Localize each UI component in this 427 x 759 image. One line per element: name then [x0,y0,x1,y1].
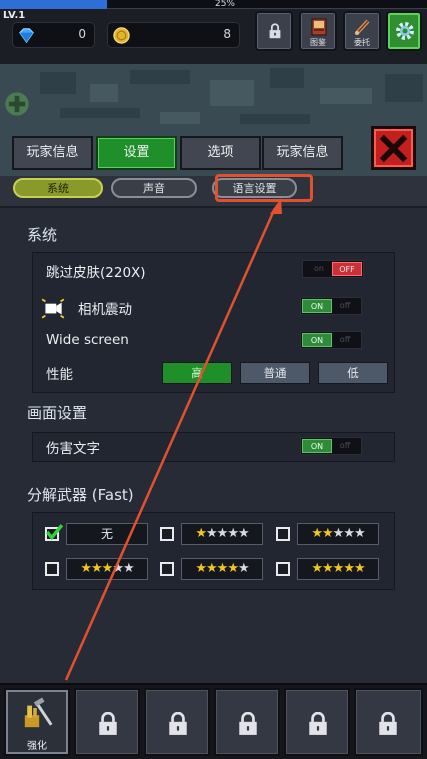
plus-badge-icon [5,92,29,116]
codex-button[interactable]: 图鉴 [299,11,337,51]
close-icon [379,134,408,163]
locked-top-button[interactable] [255,11,293,51]
tab-options[interactable]: 选项 [180,136,261,170]
lock-icon [169,712,187,735]
checkmark-icon [45,524,63,541]
damage-text-label: 伤害文字 [46,441,100,457]
dismantle-1star-option[interactable]: ★★★★★ [181,523,263,545]
lock-icon [239,712,257,735]
skip-skin-toggle[interactable]: on OFF [302,260,364,278]
tab-player-info-2[interactable]: 玩家信息 [262,136,343,170]
scroll-icon [355,19,370,35]
dismantle-3star-checkbox[interactable] [45,562,59,576]
toggle-on-label: ON [302,439,332,453]
close-button[interactable] [371,126,416,170]
toggle-on-label: ON [302,299,332,313]
coin-icon [113,27,130,44]
upgrade-label: 强化 [27,741,47,752]
map-background [0,64,427,134]
dismantle-2star-option[interactable]: ★★★★★ [297,523,379,545]
toggle-off-label: OFF [332,262,362,276]
wide-screen-label: Wide screen [46,332,129,348]
performance-normal-button[interactable]: 普通 [240,362,310,384]
upgrade-slot[interactable]: 强化 [4,688,70,756]
skip-skin-label: 跳过皮肤(220X) [46,265,146,281]
camera-shake-toggle[interactable]: ON off [300,297,362,315]
dismantle-none-option[interactable]: 无 [66,523,148,545]
commission-button[interactable]: 委托 [343,11,381,51]
lock-icon [99,712,117,735]
subtab-system[interactable]: 系统 [13,178,103,198]
tab-settings[interactable]: 设置 [96,136,177,170]
gem-icon [19,28,34,44]
toggle-on-label: on [314,264,324,273]
performance-label: 性能 [46,367,73,383]
locked-slot[interactable] [144,688,210,756]
locked-slot[interactable] [284,688,350,756]
gear-icon [396,22,414,40]
settings-button[interactable] [386,11,422,51]
toggle-off-label: off [339,441,351,450]
locked-slot[interactable] [354,688,423,756]
subtab-sound[interactable]: 声音 [111,178,197,198]
dismantle-1star-checkbox[interactable] [160,527,174,541]
coin-counter: 8 [107,22,240,48]
tab-player-info[interactable]: 玩家信息 [12,136,93,170]
toggle-off-label: off [339,301,351,310]
section-title-dismantle: 分解武器 (Fast) [27,486,134,504]
commission-label: 委托 [354,38,370,47]
xp-bar-fill [0,0,107,9]
dismantle-3star-option[interactable]: ★★★★★ [66,558,148,580]
performance-high-button[interactable]: 高 [162,362,232,384]
highlight-annotation [215,174,313,202]
dismantle-5star-option[interactable]: ★★★★★ [297,558,379,580]
camera-icon [41,298,65,319]
lock-icon [269,23,281,39]
dismantle-2star-checkbox[interactable] [276,527,290,541]
coin-count: 8 [223,27,231,41]
lock-icon [379,712,397,735]
toggle-on-label: ON [302,333,332,347]
xp-percent: 25% [214,0,235,9]
lock-icon [309,712,327,735]
book-icon [311,18,327,36]
toggle-off-label: off [339,335,351,344]
anvil-hammer-icon [24,697,53,728]
performance-low-button[interactable]: 低 [318,362,388,384]
gem-counter: 0 [12,22,95,48]
camera-shake-label: 相机震动 [78,302,132,318]
codex-label: 图鉴 [310,38,326,47]
locked-slot[interactable] [214,688,280,756]
section-title-display: 画面设置 [27,404,88,422]
dismantle-4star-option[interactable]: ★★★★★ [181,558,263,580]
section-title-system: 系统 [27,226,58,244]
dismantle-5star-checkbox[interactable] [276,562,290,576]
gem-count: 0 [78,27,86,41]
damage-text-toggle[interactable]: ON off [300,437,362,455]
player-level: LV.1 [3,10,26,21]
dismantle-4star-checkbox[interactable] [160,562,174,576]
dismantle-none-checkbox[interactable] [45,524,63,541]
wide-screen-toggle[interactable]: ON off [300,331,362,349]
locked-slot[interactable] [74,688,140,756]
